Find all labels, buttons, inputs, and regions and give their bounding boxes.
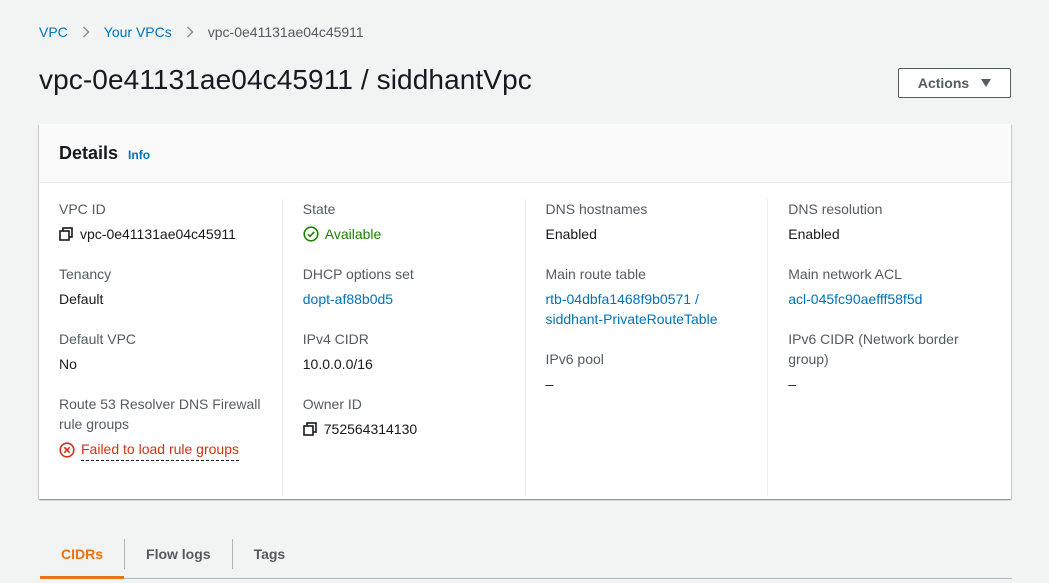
details-column-2: State Available DHCP options set dopt-af…	[283, 199, 526, 495]
vpc-id-value: vpc-0e41131ae04c45911	[80, 226, 236, 242]
copy-icon[interactable]	[59, 227, 74, 241]
field-value: Failed to load rule groups	[59, 439, 262, 461]
ipv4-cidr-value: 10.0.0.0/16	[302, 356, 373, 372]
field-main-network-acl: Main network ACL acl-045fc90aefff58f5d	[788, 264, 991, 329]
field-label: IPv6 pool	[545, 351, 604, 367]
field-value: Available	[303, 224, 505, 244]
field-dhcp: DHCP options set dopt-af88b0d5	[303, 264, 505, 329]
breadcrumb-vpc-link[interactable]: VPC	[39, 24, 68, 40]
field-label: Owner ID	[302, 396, 362, 412]
tab-cidrs[interactable]: CIDRs	[40, 539, 125, 579]
caret-down-icon	[981, 79, 992, 87]
field-state: State Available	[303, 199, 505, 264]
details-panel-header: Details Info	[39, 124, 1011, 183]
field-dns-hostnames: DNS hostnames Enabled	[546, 199, 748, 264]
tab-flow-logs[interactable]: Flow logs	[124, 539, 232, 569]
main-network-acl-link[interactable]: acl-045fc90aefff58f5d	[788, 289, 922, 309]
details-panel: Details Info VPC ID vpc-0e41131ae04c4591…	[39, 124, 1011, 499]
chevron-right-icon	[82, 26, 90, 38]
field-dns-resolution: DNS resolution Enabled	[788, 199, 991, 264]
field-main-route-table: Main route table rtb-04dbfa1468f9b0571 /…	[546, 264, 748, 349]
main-route-table-name: siddhant-PrivateRouteTable	[545, 311, 718, 327]
dns-resolution-value: Enabled	[788, 226, 840, 242]
field-label: State	[302, 201, 336, 217]
tenancy-value: Default	[59, 291, 104, 307]
actions-button[interactable]: Actions	[898, 68, 1011, 98]
dhcp-options-link[interactable]: dopt-af88b0d5	[303, 289, 393, 309]
field-label: DNS hostnames	[545, 201, 648, 217]
field-value: acl-045fc90aefff58f5d	[788, 289, 991, 309]
main-route-table-link[interactable]: rtb-04dbfa1468f9b0571 / siddhant-Private…	[546, 289, 748, 329]
field-value: rtb-04dbfa1468f9b0571 / siddhant-Private…	[546, 289, 748, 329]
details-column-4: DNS resolution Enabled Main network ACL …	[768, 199, 1011, 495]
details-grid: VPC ID vpc-0e41131ae04c45911 Tenancy Def…	[39, 183, 1011, 495]
route53-error-text[interactable]: Failed to load rule groups	[81, 439, 239, 461]
default-vpc-value: No	[59, 356, 77, 372]
field-label: DHCP options set	[302, 266, 414, 282]
field-ipv6-cidr: IPv6 CIDR (Network border group) –	[788, 329, 991, 394]
field-tenancy: Tenancy Default	[59, 264, 262, 329]
ipv6-cidr-value: –	[788, 376, 797, 392]
state-value: Available	[324, 226, 382, 242]
field-owner-id: Owner ID 752564314130	[303, 394, 505, 439]
details-tabs: CIDRs Flow logs Tags	[40, 530, 1012, 579]
main-route-table-id: rtb-04dbfa1468f9b0571 /	[545, 291, 699, 307]
owner-id-value: 752564314130	[323, 421, 418, 437]
field-label: DNS resolution	[788, 201, 883, 217]
field-label: VPC ID	[59, 201, 106, 217]
field-value: dopt-af88b0d5	[303, 289, 505, 309]
breadcrumb: VPC Your VPCs vpc-0e41131ae04c45911	[39, 24, 364, 40]
chevron-right-icon	[186, 26, 194, 38]
field-ipv6-pool: IPv6 pool –	[546, 349, 748, 394]
details-title: Details	[59, 142, 119, 163]
info-link[interactable]: Info	[128, 148, 150, 162]
check-circle-icon	[303, 226, 319, 242]
copy-icon[interactable]	[302, 422, 318, 436]
actions-button-label: Actions	[917, 75, 970, 91]
dns-hostnames-value: Enabled	[545, 226, 597, 242]
breadcrumb-current: vpc-0e41131ae04c45911	[207, 24, 364, 40]
field-vpc-id: VPC ID vpc-0e41131ae04c45911	[59, 199, 262, 264]
field-label: IPv4 CIDR	[302, 331, 369, 347]
ipv6-pool-value: –	[545, 376, 554, 392]
details-column-1: VPC ID vpc-0e41131ae04c45911 Tenancy Def…	[39, 199, 283, 495]
field-ipv4-cidr: IPv4 CIDR 10.0.0.0/16	[303, 329, 505, 394]
page-title: vpc-0e41131ae04c45911 / siddhantVpc	[39, 64, 532, 95]
field-label: Default VPC	[59, 331, 137, 347]
field-default-vpc: Default VPC No	[59, 329, 262, 394]
details-column-3: DNS hostnames Enabled Main route table r…	[526, 199, 769, 495]
field-label: IPv6 CIDR (Network border group)	[788, 331, 959, 367]
field-label: Route 53 Resolver DNS Firewall rule grou…	[59, 396, 261, 432]
field-value: vpc-0e41131ae04c45911	[59, 224, 262, 244]
field-route53: Route 53 Resolver DNS Firewall rule grou…	[59, 394, 262, 461]
error-circle-icon	[59, 442, 75, 458]
breadcrumb-your-vpcs-link[interactable]: Your VPCs	[104, 24, 172, 40]
field-label: Main route table	[545, 266, 646, 282]
field-label: Tenancy	[59, 266, 112, 282]
tab-tags[interactable]: Tags	[231, 539, 307, 569]
field-label: Main network ACL	[788, 266, 902, 282]
field-value: 752564314130	[302, 419, 505, 439]
